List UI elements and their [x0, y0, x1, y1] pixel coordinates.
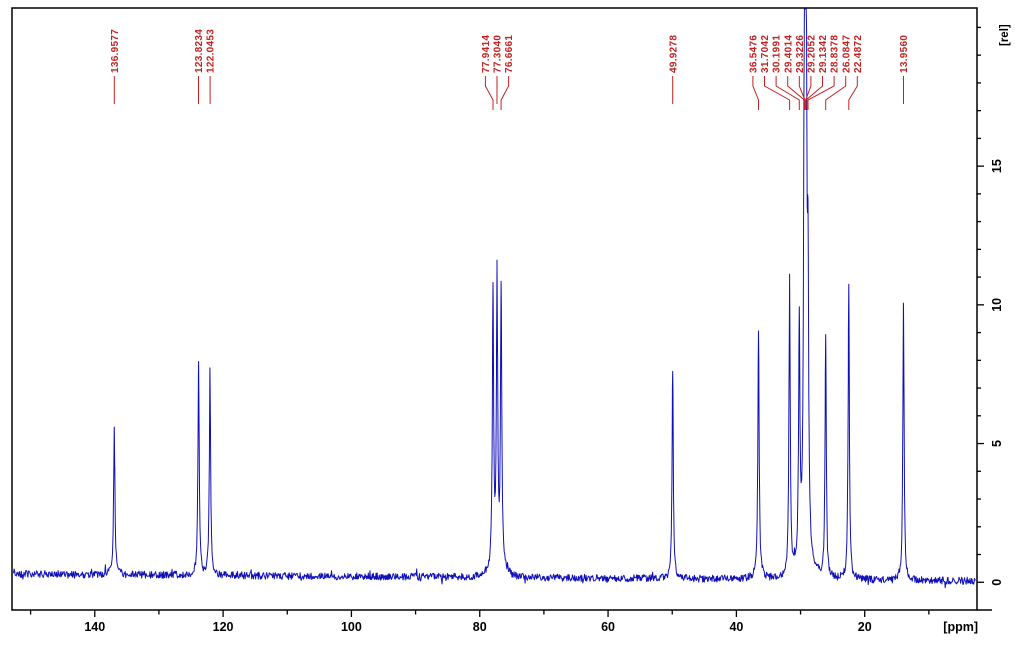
peak-connector-line	[485, 76, 493, 110]
peak-label-30.1991: 30.1991	[772, 35, 783, 73]
x-tick-label-40: 40	[729, 620, 743, 634]
peak-label-13.9560: 13.9560	[899, 35, 910, 73]
peak-label-26.0847: 26.0847	[841, 35, 852, 73]
y-tick-label-10: 10	[990, 298, 1004, 312]
peak-label-28.8378: 28.8378	[830, 35, 841, 73]
peak-label-31.7042: 31.7042	[760, 35, 771, 73]
nmr-spectrum-plot: 140 120 100 80 60 40 20 [ppm] 0 5 10 15 [rel] 136.957…	[0, 0, 1015, 645]
peak-label-49.9278: 49.9278	[668, 35, 679, 73]
x-tick-label-20: 20	[858, 620, 872, 634]
x-tick-label-60: 60	[601, 620, 615, 634]
peak-connector-line	[849, 76, 858, 110]
peak-label-123.8234: 123.8234	[194, 29, 205, 73]
y-axis: 0 5 10 15 [rel]	[977, 24, 1011, 586]
peak-label-36.5476: 36.5476	[748, 35, 759, 73]
x-axis: 140 120 100 80 60 40 20 [ppm]	[31, 610, 978, 634]
x-tick-label-140: 140	[84, 620, 105, 634]
spectrum-window: 140 120 100 80 60 40 20 [ppm] 0 5 10 15 [rel] 136.957…	[0, 0, 1015, 645]
y-tick-label-0: 0	[990, 579, 1004, 586]
peak-label-22.4872: 22.4872	[853, 35, 864, 73]
peak-label-29.1342: 29.1342	[818, 35, 829, 73]
x-tick-label-100: 100	[341, 620, 362, 634]
peak-label-77.9414: 77.9414	[481, 35, 492, 73]
peak-connector-line	[808, 76, 834, 110]
x-tick-label-80: 80	[473, 620, 487, 634]
peak-label-29.2052: 29.2052	[806, 35, 817, 73]
y-axis-unit-label: [rel]	[999, 24, 1011, 46]
y-tick-label-5: 5	[990, 440, 1004, 447]
peak-label-29.4014: 29.4014	[783, 35, 794, 73]
peak-label-29.3226: 29.3226	[795, 35, 806, 73]
peak-connector-line	[753, 76, 759, 110]
peak-label-77.3040: 77.3040	[493, 35, 504, 73]
peak-label-76.6661: 76.6661	[504, 35, 515, 73]
peak-connector-line	[501, 76, 509, 110]
peak-connector-line	[765, 76, 790, 110]
peak-label-136.9577: 136.9577	[110, 29, 121, 73]
x-tick-label-120: 120	[213, 620, 234, 634]
y-tick-label-15: 15	[990, 159, 1004, 173]
peak-label-122.0453: 122.0453	[206, 29, 217, 73]
peak-labels: 136.9577 123.8234122.0453 77.941477.304076…	[110, 29, 910, 110]
peak-connector-line	[826, 76, 846, 110]
x-axis-unit-label: [ppm]	[943, 620, 978, 634]
